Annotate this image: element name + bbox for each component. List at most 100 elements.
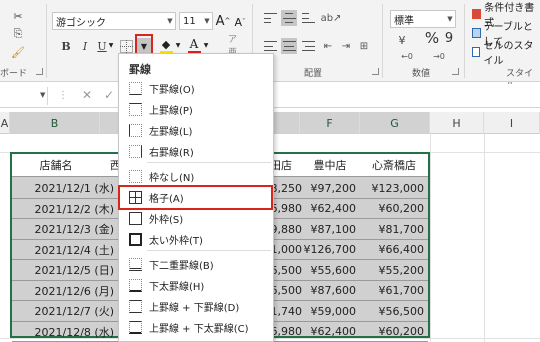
alignment-launcher-icon[interactable]	[372, 68, 379, 75]
number-launcher-icon[interactable]	[452, 68, 459, 75]
date-cell[interactable]: 2021/12/4 (土)	[12, 240, 116, 261]
font-color-dropdown-icon[interactable]: ▼	[203, 42, 209, 49]
copy-icon[interactable]: ⎘	[10, 26, 26, 42]
menu-item-label: 上罫線(P)	[149, 106, 193, 117]
align-bottom-button[interactable]	[300, 10, 316, 26]
menu-item-top-thick-bottom-border[interactable]: 上罫線 + 下太罫線(C)	[119, 317, 273, 338]
column-header-f[interactable]: F	[300, 112, 360, 134]
sales-cell-e[interactable]: ¥62,400	[300, 199, 358, 220]
border-right-icon	[129, 145, 142, 158]
sales-cell-d[interactable]: ¥69,880	[270, 219, 302, 240]
header-cell-nishi[interactable]: 西	[100, 154, 121, 176]
column-header-g[interactable]: G	[360, 112, 430, 134]
header-cell-store[interactable]: 店舗名	[12, 154, 100, 176]
date-cell[interactable]: 2021/12/1 (水)	[12, 178, 116, 199]
sales-cell-f[interactable]: ¥61,700	[360, 281, 426, 302]
number-format-select[interactable]: 標準 ▼	[390, 10, 456, 28]
comma-style-button[interactable]: 9	[442, 30, 456, 46]
align-center-button[interactable]	[281, 38, 297, 54]
date-cell[interactable]: 2021/12/7 (火)	[12, 301, 116, 322]
sales-cell-d[interactable]: ¥86,980	[270, 199, 302, 220]
accounting-format-button[interactable]: ¥	[392, 32, 412, 48]
merge-center-button[interactable]: ⊞	[356, 38, 372, 54]
increase-decimal-button[interactable]: ←0	[392, 50, 422, 62]
decrease-indent-button[interactable]: ⇤	[320, 38, 336, 54]
sales-cell-f[interactable]: ¥123,000	[360, 178, 426, 199]
currency-symbol: ¥	[398, 33, 406, 47]
column-header-h[interactable]: H	[430, 112, 484, 134]
date-cell[interactable]: 2021/12/6 (月)	[12, 281, 116, 302]
menu-item-no-border[interactable]: 枠なし(N)	[119, 166, 273, 187]
cell-styles-button[interactable]: セルのスタイル	[472, 41, 540, 67]
underline-dropdown-icon[interactable]: ▼	[108, 42, 114, 49]
orientation-button[interactable]: ab↗	[321, 10, 342, 26]
sales-cell-e[interactable]: ¥87,100	[300, 219, 358, 240]
sales-cell-f[interactable]: ¥56,500	[360, 301, 426, 322]
outside-borders-icon	[129, 212, 142, 225]
enter-button[interactable]: ✓	[104, 88, 114, 102]
menu-item-top-border[interactable]: 上罫線(P)	[119, 99, 273, 120]
top-and-bottom-border-icon	[129, 300, 142, 313]
sales-cell-f[interactable]: ¥81,700	[360, 219, 426, 240]
font-size-select[interactable]: 11 ▼	[179, 12, 213, 30]
sales-cell-d[interactable]: ¥68,250	[270, 178, 302, 199]
percent-button[interactable]: %	[424, 29, 440, 47]
align-left-button[interactable]	[262, 38, 278, 54]
header-cell-shinsaibashi[interactable]: 心斎橋店	[360, 154, 428, 176]
menu-separator	[147, 250, 271, 251]
sales-cell-d[interactable]: ¥91,000	[270, 240, 302, 261]
sales-cell-f[interactable]: ¥66,400	[360, 240, 426, 261]
font-name-select[interactable]: 游ゴシック ▼	[52, 12, 176, 30]
name-box-dropdown-icon[interactable]: ▼	[40, 91, 45, 99]
menu-item-label: 左罫線(L)	[149, 127, 193, 138]
column-header-b[interactable]: B	[10, 112, 100, 134]
sales-cell-f[interactable]: ¥60,200	[360, 322, 426, 342]
sales-cell-d[interactable]: ¥51,740	[270, 301, 302, 322]
header-cell-toyonaka[interactable]: 豊中店	[300, 154, 360, 176]
clipboard-launcher-icon[interactable]	[36, 68, 43, 75]
date-cell[interactable]: 2021/12/5 (日)	[12, 260, 116, 281]
format-painter-icon[interactable]: 🖌	[10, 44, 26, 60]
bold-button[interactable]: B	[58, 38, 74, 54]
sales-cell-e[interactable]: ¥126,700	[300, 240, 358, 261]
column-header-a[interactable]: A	[0, 112, 10, 134]
menu-item-right-border[interactable]: 右罫線(R)	[119, 141, 273, 162]
sales-cell-f[interactable]: ¥55,200	[360, 260, 426, 281]
fill-color-dropdown-icon[interactable]: ▼	[175, 42, 181, 49]
menu-item-top-bottom-border[interactable]: 上罫線 + 下罫線(D)	[119, 296, 273, 317]
chevron-down-icon: ▼	[204, 17, 210, 25]
sales-cell-f[interactable]: ¥60,200	[360, 199, 426, 220]
sales-cell-e[interactable]: ¥55,600	[300, 260, 358, 281]
align-top-button[interactable]	[262, 10, 278, 26]
phonetic-guide-icon[interactable]: ア亜	[228, 35, 242, 58]
shrink-font-button[interactable]: Aˇ	[233, 14, 247, 30]
shrink-font-label: A	[234, 15, 243, 29]
date-cell[interactable]: 2021/12/3 (金)	[12, 219, 116, 240]
menu-item-bottom-border[interactable]: 下罫線(O)	[119, 78, 273, 99]
increase-indent-button[interactable]: ⇥	[338, 38, 354, 54]
menu-item-bottom-double-border[interactable]: 下二重罫線(B)	[119, 254, 273, 275]
menu-item-thick-outside-borders[interactable]: 太い外枠(T)	[119, 229, 273, 250]
date-cell[interactable]: 2021/12/8 (水)	[12, 322, 116, 342]
menu-item-left-border[interactable]: 左罫線(L)	[119, 120, 273, 141]
sales-cell-d[interactable]: ¥86,500	[270, 281, 302, 302]
sales-cell-e[interactable]: ¥87,600	[300, 281, 358, 302]
align-right-button[interactable]	[300, 38, 316, 54]
menu-item-thick-bottom-border[interactable]: 下太罫線(H)	[119, 275, 273, 296]
decrease-decimal-button[interactable]: →0	[424, 50, 454, 62]
align-middle-button[interactable]	[281, 10, 297, 26]
sales-cell-e[interactable]: ¥59,000	[300, 301, 358, 322]
sales-cell-d[interactable]: ¥86,980	[270, 322, 302, 342]
top-and-thick-bottom-border-icon	[129, 321, 142, 334]
sales-cell-e[interactable]: ¥62,400	[300, 322, 358, 342]
grow-font-button[interactable]: A ^	[216, 12, 231, 30]
cut-icon[interactable]: ✂	[10, 8, 26, 24]
header-cell-ta-store[interactable]: 田店	[270, 154, 300, 176]
italic-button[interactable]: I	[77, 38, 93, 54]
cancel-button[interactable]: ✕	[82, 88, 92, 102]
sales-cell-d[interactable]: ¥66,500	[270, 260, 302, 281]
column-header-i[interactable]: I	[484, 112, 540, 134]
sales-cell-e[interactable]: ¥97,200	[300, 178, 358, 199]
menu-item-outside-borders[interactable]: 外枠(S)	[119, 208, 273, 229]
date-cell[interactable]: 2021/12/2 (木)	[12, 199, 116, 220]
